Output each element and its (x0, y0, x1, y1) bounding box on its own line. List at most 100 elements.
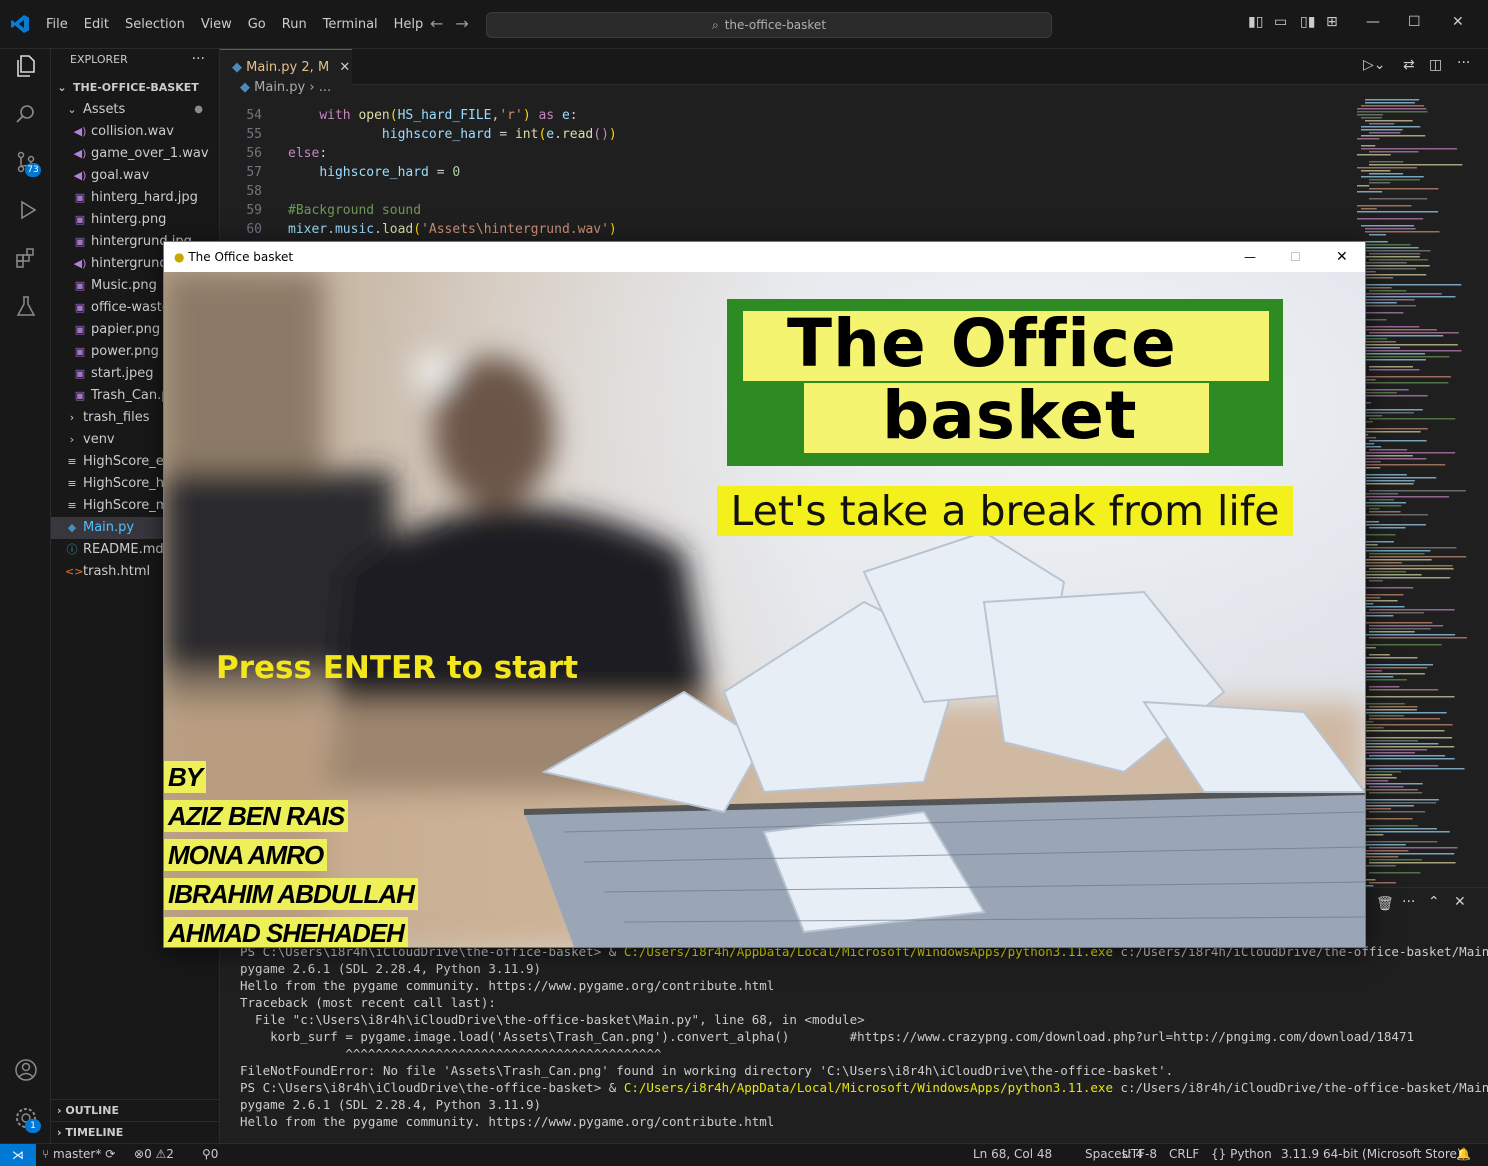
run-file-icon[interactable]: ▷⌄ (1363, 57, 1386, 73)
customize-layout-icon[interactable]: ⊞ (1326, 14, 1338, 30)
credit-by: BY (164, 761, 207, 793)
tree-item-label: office-waste (91, 300, 170, 315)
python-interpreter[interactable]: 3.11.9 64-bit (Microsoft Store) (1281, 1147, 1462, 1161)
tree-folder[interactable]: ⌄ Assets ● (51, 99, 219, 121)
breadcrumb-symbol[interactable]: ... (319, 80, 331, 95)
command-center-search[interactable]: ⌕ the-office-basket (486, 12, 1052, 38)
trash-icon[interactable]: 🗑 (1376, 896, 1394, 912)
line-number: 57 (246, 165, 262, 180)
split-editor-icon[interactable]: ◫ (1429, 57, 1442, 73)
title-bar: File Edit Selection View Go Run Terminal… (0, 0, 1488, 49)
menu-edit[interactable]: Edit (76, 17, 117, 32)
menu-go[interactable]: Go (240, 17, 274, 32)
timeline-section[interactable]: › TIMELINE (51, 1121, 219, 1144)
compare-changes-icon[interactable]: ⇄ (1403, 57, 1415, 73)
language-mode[interactable]: {} Python (1211, 1147, 1272, 1161)
scm-badge: 73 (25, 163, 41, 177)
minimize-icon[interactable]: — (1366, 14, 1380, 30)
terminal-output[interactable]: PS C:\Users\i8r4h\iCloudDrive\the-office… (240, 943, 1488, 1130)
run-debug-icon[interactable] (13, 197, 39, 223)
outline-section[interactable]: › OUTLINE (51, 1099, 219, 1122)
search-view-icon[interactable] (13, 101, 39, 127)
close-tab-icon[interactable]: ✕ (339, 60, 350, 75)
text-file-icon: ≡ (67, 477, 77, 490)
maximize-panel-icon[interactable]: ⌃ (1428, 894, 1440, 910)
game-title-bar: ● The Office basket — ☐ ✕ (164, 242, 1365, 272)
forward-arrow-icon[interactable]: → (455, 14, 480, 33)
breadcrumb-file[interactable]: Main.py (254, 80, 305, 95)
nav-arrows: ←→ (430, 14, 481, 33)
menu-terminal[interactable]: Terminal (315, 17, 386, 32)
end-of-line[interactable]: CRLF (1169, 1147, 1199, 1161)
toggle-panel-icon[interactable]: ▭ (1274, 14, 1287, 30)
credit-name: AZIZ BEN RAIS (164, 800, 349, 832)
tree-file[interactable]: ◀) collision.wav (51, 121, 219, 143)
image-file-icon: ▣ (74, 235, 86, 248)
tree-item-label: Music.png (91, 278, 157, 293)
more-actions-icon[interactable]: ··· (192, 51, 205, 67)
menu-file[interactable]: File (38, 17, 76, 32)
ports-indicator[interactable]: ⚲0 (202, 1147, 218, 1161)
tree-file[interactable]: ◀) goal.wav (51, 165, 219, 187)
ports-count: 0 (210, 1147, 219, 1161)
pygame-snake-icon: ● (174, 250, 185, 264)
code-editor[interactable]: 54 with open(HS_hard_FILE,'r') as e: 55 … (220, 106, 1350, 239)
tree-item-label: hinterg.png (91, 212, 167, 227)
toggle-secondary-sidebar-icon[interactable]: ▯▮ (1300, 14, 1315, 30)
game-window: ● The Office basket — ☐ ✕ The Office bas… (163, 241, 1366, 948)
modified-dot-icon: ● (194, 104, 203, 115)
notifications-bell-icon[interactable]: 🔔 (1456, 1147, 1471, 1161)
menu-view[interactable]: View (193, 17, 240, 32)
encoding[interactable]: UTF-8 (1122, 1147, 1157, 1161)
game-maximize-icon[interactable]: ☐ (1290, 242, 1301, 272)
menu-selection[interactable]: Selection (117, 17, 193, 32)
maximize-icon[interactable]: ☐ (1408, 14, 1421, 30)
panel-more-icon[interactable]: ··· (1402, 894, 1415, 910)
tree-item-label: trash_files (83, 410, 150, 425)
branch-indicator[interactable]: ⑂ master* ⟳ (42, 1147, 115, 1161)
menu-help[interactable]: Help (386, 17, 432, 32)
terminal-line: pygame 2.6.1 (SDL 2.28.4, Python 3.11.9) (240, 961, 542, 976)
menu-run[interactable]: Run (274, 17, 315, 32)
credit-name: MONA AMRO (164, 839, 328, 871)
terminal-line: korb_surf = pygame.image.load('Assets\Tr… (240, 1029, 1414, 1044)
tree-item-label: venv (83, 432, 115, 447)
testing-flask-icon[interactable] (13, 293, 39, 319)
tree-file[interactable]: ▣ hinterg.png (51, 209, 219, 231)
cursor-position[interactable]: Ln 68, Col 48 (973, 1147, 1052, 1161)
terminal-line: Traceback (most recent call last): (240, 995, 496, 1010)
minimap[interactable] (1355, 97, 1475, 937)
editor-tabs: ◆ Main.py 2, M ✕ ▷⌄ ⇄ ◫ ··· (220, 49, 1488, 85)
editor-more-icon[interactable]: ··· (1457, 55, 1470, 71)
tree-item-label: game_over_1.wav (91, 146, 209, 161)
settings-badge: 1 (25, 1119, 41, 1133)
workspace-root[interactable]: ⌄ THE-OFFICE-BASKET (51, 77, 219, 99)
terminal-line: pygame 2.6.1 (SDL 2.28.4, Python 3.11.9) (240, 1097, 542, 1112)
account-icon[interactable] (13, 1057, 39, 1083)
image-file-icon: ▣ (74, 191, 86, 204)
text-file-icon: ≡ (67, 499, 77, 512)
explorer-icon[interactable] (13, 53, 39, 79)
extensions-icon[interactable] (13, 245, 39, 271)
tab-label: Main.py (246, 60, 298, 75)
tree-file[interactable]: ▣ hinterg_hard.jpg (51, 187, 219, 209)
image-file-icon: ▣ (74, 301, 86, 314)
tree-file[interactable]: ◀) game_over_1.wav (51, 143, 219, 165)
language-label: Python (1230, 1147, 1272, 1161)
chevron-right-icon: › (57, 1126, 62, 1139)
terminal-line: PS C:\Users\i8r4h\iCloudDrive\the-office… (240, 1080, 1488, 1095)
toggle-sidebar-icon[interactable]: ▮▯ (1248, 14, 1263, 30)
tree-item-label: hinterg_hard.jpg (91, 190, 198, 205)
close-panel-icon[interactable]: ✕ (1454, 894, 1466, 910)
problems-indicator[interactable]: ⊗0 ⚠2 (134, 1147, 174, 1161)
line-number: 58 (246, 184, 262, 199)
back-arrow-icon[interactable]: ← (430, 14, 455, 33)
remote-indicator-icon[interactable]: ⋊ (0, 1144, 36, 1166)
close-window-icon[interactable]: ✕ (1452, 14, 1464, 30)
game-minimize-icon[interactable]: — (1244, 242, 1256, 272)
vscode-logo-icon (11, 15, 29, 33)
status-bar: ⋊ ⑂ master* ⟳ ⊗0 ⚠2 ⚲0 Ln 68, Col 48 Spa… (0, 1143, 1488, 1166)
game-close-icon[interactable]: ✕ (1336, 242, 1348, 272)
code-line: 60 mixer.music.load('Assets\hintergrund.w… (220, 220, 1350, 239)
game-canvas[interactable]: The Office basket Let's take a break fro… (164, 272, 1365, 947)
